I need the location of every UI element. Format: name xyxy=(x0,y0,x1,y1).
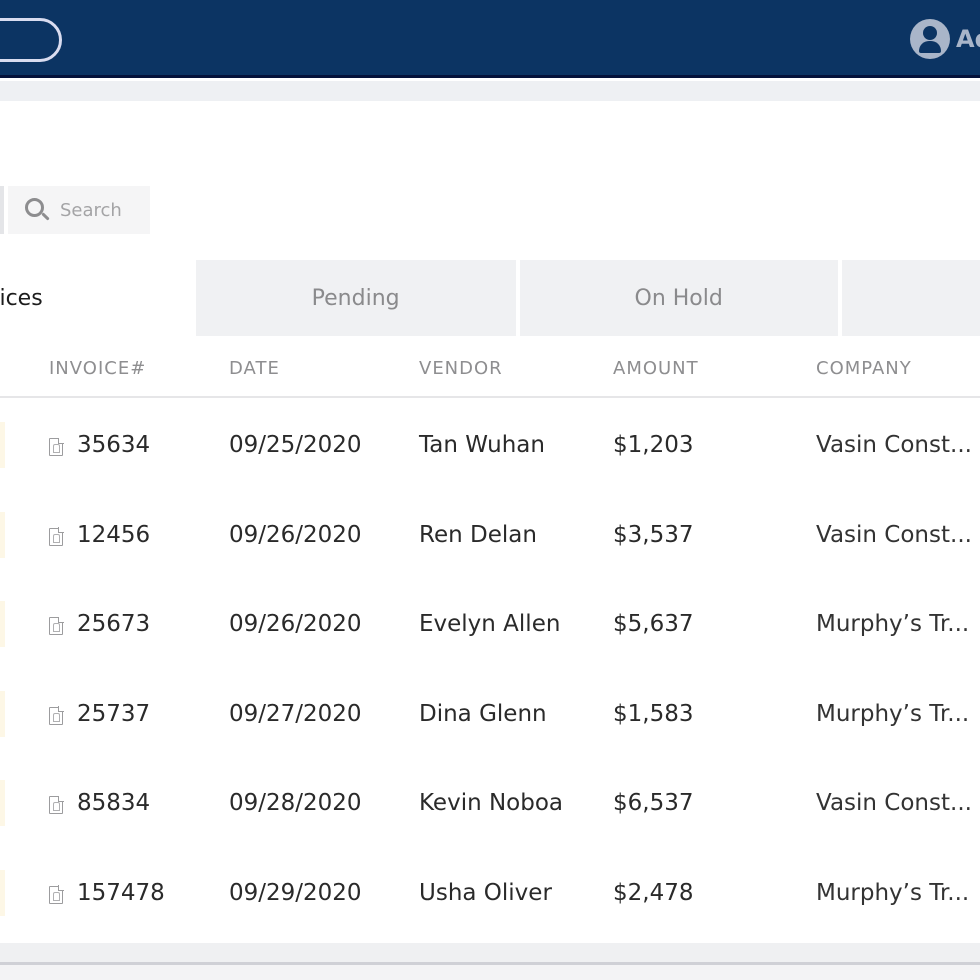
page-bottom-band xyxy=(0,965,980,980)
cell-vendor: Dina Glenn xyxy=(419,700,547,727)
cell-company: Murphy’s Tr... xyxy=(816,611,970,638)
table-header: INVOICE# DATE VENDOR AMOUNT COMPANY xyxy=(0,340,980,398)
cell-date: 09/29/2020 xyxy=(229,879,362,906)
user-avatar-icon xyxy=(910,19,950,59)
pdf-file-icon[interactable] xyxy=(49,706,64,725)
table-row[interactable]: 25737 09/27/2020 Dina Glenn $1,583 Murph… xyxy=(0,669,980,759)
column-header-amount[interactable]: AMOUNT xyxy=(613,358,699,379)
cell-amount: $5,637 xyxy=(613,611,694,638)
pdf-file-icon[interactable] xyxy=(49,616,64,636)
user-name-label: Ad xyxy=(956,25,980,53)
cell-date: 09/25/2020 xyxy=(229,432,362,458)
top-navigation-bar: Ad xyxy=(0,0,980,78)
invoice-status-tabs: oices Pending On Hold xyxy=(0,260,980,336)
table-row[interactable]: 12456 09/26/2020 Ren Delan $3,537 Vasin … xyxy=(0,490,980,580)
tab-label: On Hold xyxy=(634,285,723,311)
table-row[interactable]: 157478 09/29/2020 Usha Oliver $2,478 Mur… xyxy=(0,848,980,938)
cell-invoice: 12456 xyxy=(77,521,151,548)
filter-control-edge[interactable] xyxy=(0,186,4,234)
invoice-table-body: 35634 09/25/2020 Tan Wuhan $1,203 Vasin … xyxy=(0,400,980,938)
cell-amount: $1,203 xyxy=(613,432,694,458)
tab-on-hold[interactable]: On Hold xyxy=(519,260,838,336)
cell-date: 09/27/2020 xyxy=(229,700,362,727)
pdf-file-icon[interactable] xyxy=(49,795,64,815)
table-row[interactable]: 35634 09/25/2020 Tan Wuhan $1,203 Vasin … xyxy=(0,400,980,490)
cell-amount: $1,583 xyxy=(613,700,694,727)
cell-company: Murphy’s Tr... xyxy=(816,700,970,727)
cell-company: Vasin Const... xyxy=(816,790,972,817)
user-menu[interactable]: Ad xyxy=(910,18,980,60)
cell-vendor: Kevin Noboa xyxy=(419,790,564,817)
table-footer-band xyxy=(0,943,980,963)
tab-label: Pending xyxy=(311,285,400,311)
pdf-file-icon[interactable] xyxy=(49,885,64,904)
column-header-company[interactable]: COMPANY xyxy=(816,358,912,379)
cell-invoice: 85834 xyxy=(77,790,151,817)
cell-company: Vasin Const... xyxy=(816,432,972,458)
column-header-invoice[interactable]: INVOICE# xyxy=(49,358,146,379)
cell-invoice: 157478 xyxy=(77,879,165,906)
row-status-marker xyxy=(0,601,5,648)
search-input[interactable] xyxy=(60,199,150,221)
cell-vendor: Evelyn Allen xyxy=(419,611,561,638)
column-header-vendor[interactable]: VENDOR xyxy=(419,358,503,379)
column-header-date[interactable]: DATE xyxy=(229,358,280,379)
cell-invoice: 35634 xyxy=(77,432,151,458)
table-row[interactable]: 85834 09/28/2020 Kevin Noboa $6,537 Vasi… xyxy=(0,758,980,848)
cell-amount: $6,537 xyxy=(613,790,694,817)
row-status-marker xyxy=(0,690,5,737)
cell-date: 09/26/2020 xyxy=(229,521,362,548)
search-icon xyxy=(24,197,50,223)
pdf-file-icon[interactable] xyxy=(49,527,64,546)
cell-vendor: Ren Delan xyxy=(419,521,537,548)
cell-date: 09/28/2020 xyxy=(229,790,362,817)
sub-header-band xyxy=(0,81,980,101)
row-status-marker xyxy=(0,511,5,558)
nav-pill-button[interactable] xyxy=(0,18,62,62)
cell-date: 09/26/2020 xyxy=(229,611,362,638)
cell-vendor: Tan Wuhan xyxy=(419,432,545,458)
row-status-marker xyxy=(0,780,5,827)
tab-pending[interactable]: Pending xyxy=(195,260,516,336)
pdf-file-icon[interactable] xyxy=(49,437,64,456)
cell-amount: $3,537 xyxy=(613,521,694,548)
cell-company: Vasin Const... xyxy=(816,521,972,548)
cell-invoice: 25737 xyxy=(77,700,151,727)
cell-vendor: Usha Oliver xyxy=(419,879,552,906)
table-row[interactable]: 25673 09/26/2020 Evelyn Allen $5,637 Mur… xyxy=(0,579,980,669)
row-status-marker xyxy=(0,422,5,468)
tab-invoices[interactable]: oices xyxy=(0,260,194,336)
tab-more[interactable] xyxy=(841,260,980,336)
tab-label: oices xyxy=(0,285,43,311)
row-status-marker xyxy=(0,869,5,916)
cell-amount: $2,478 xyxy=(613,879,694,906)
cell-invoice: 25673 xyxy=(77,611,151,638)
search-box[interactable] xyxy=(8,186,150,234)
cell-company: Murphy’s Tr... xyxy=(816,879,970,906)
